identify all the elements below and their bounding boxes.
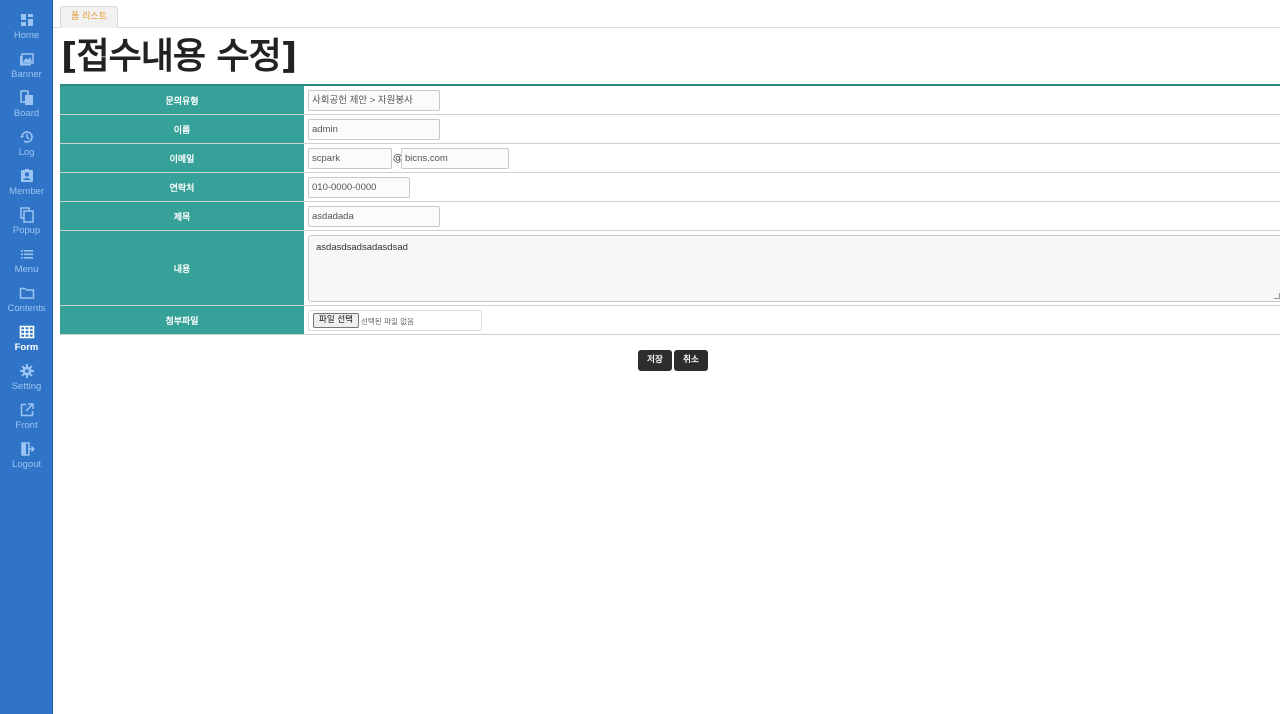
phone-label: 연락처: [60, 173, 305, 201]
sidebar-item-log[interactable]: Log: [0, 125, 53, 164]
name-field[interactable]: admin: [308, 119, 440, 140]
sidebar-item-setting[interactable]: Setting: [0, 359, 53, 398]
subject-field[interactable]: asdadada: [308, 206, 440, 227]
sidebar-item-label: Board: [13, 108, 40, 119]
external-link-icon: [20, 403, 34, 417]
save-button[interactable]: 저장: [638, 350, 672, 371]
content-text: asdasdsadsadasdsad: [316, 242, 408, 253]
gear-icon: [19, 364, 34, 378]
email-domain-field[interactable]: bicns.com: [401, 148, 509, 169]
logout-icon: [20, 442, 35, 456]
sidebar-item-contents[interactable]: Contents: [0, 281, 53, 320]
sidebar-item-label: Log: [18, 147, 35, 158]
edit-form: 문의유형 사회공헌 제안 > 자원봉사 이름 admin 이메일 scpark …: [60, 84, 1280, 335]
choose-file-button[interactable]: 파일 선택: [313, 313, 359, 328]
content-label: 내용: [60, 231, 305, 305]
sidebar-item-label: Logout: [11, 459, 42, 470]
sidebar-item-label: Front: [15, 420, 38, 431]
tab-form-list[interactable]: 폼 리스트: [60, 6, 118, 28]
tab-bar: 폼 리스트: [53, 0, 1280, 28]
content-textarea[interactable]: asdasdsadsadasdsad: [308, 235, 1280, 302]
cancel-button[interactable]: 취소: [674, 350, 708, 371]
sidebar-item-logout[interactable]: Logout: [0, 437, 53, 476]
sidebar-item-label: Contents: [7, 303, 46, 314]
sidebar-item-menu[interactable]: Menu: [0, 242, 53, 281]
sidebar-item-popup[interactable]: Popup: [0, 203, 53, 242]
sidebar: Home Banner Board Log Member Popup Menu …: [0, 0, 53, 714]
form-row-inquiry-type: 문의유형 사회공헌 제안 > 자원봉사: [60, 86, 1280, 115]
sidebar-item-board[interactable]: Board: [0, 86, 53, 125]
list-icon: [20, 250, 33, 259]
dashboard-icon: [20, 14, 33, 26]
name-label: 이름: [60, 115, 305, 143]
form-row-name: 이름 admin: [60, 115, 1280, 144]
sidebar-item-label: Home: [13, 30, 40, 41]
folder-icon: [19, 287, 34, 299]
sidebar-item-label: Banner: [11, 69, 42, 80]
sidebar-item-label: Setting: [11, 381, 42, 392]
table-icon: [19, 325, 34, 339]
sidebar-item-label: Popup: [12, 225, 41, 236]
resize-handle[interactable]: [1274, 293, 1280, 299]
sidebar-item-label: Form: [14, 342, 39, 353]
attachment-label: 첨부파일: [60, 306, 305, 334]
member-icon: [20, 169, 33, 182]
main-content: 폼 리스트 [접수내용 수정] 문의유형 사회공헌 제안 > 자원봉사 이름 a…: [53, 0, 1280, 714]
email-label: 이메일: [60, 144, 305, 172]
sidebar-item-form[interactable]: Form: [0, 320, 53, 359]
sidebar-item-member[interactable]: Member: [0, 164, 53, 203]
email-local-field[interactable]: scpark: [308, 148, 392, 169]
form-row-subject: 제목 asdadada: [60, 202, 1280, 231]
page-title: [접수내용 수정]: [61, 36, 297, 77]
image-icon: [19, 53, 34, 66]
form-row-phone: 연락처 010-0000-0000: [60, 173, 1280, 202]
form-row-email: 이메일 scpark @ bicns.com: [60, 144, 1280, 173]
form-row-content: 내용 asdasdsadsadasdsad: [60, 231, 1280, 306]
inquiry-type-field[interactable]: 사회공헌 제안 > 자원봉사: [308, 90, 440, 111]
sidebar-item-banner[interactable]: Banner: [0, 47, 53, 86]
copy-icon: [19, 207, 34, 223]
subject-label: 제목: [60, 202, 305, 230]
history-icon: [19, 131, 33, 143]
file-status: 선택된 파일 없음: [361, 317, 415, 326]
sidebar-item-front[interactable]: Front: [0, 398, 53, 437]
inquiry-type-label: 문의유형: [60, 86, 305, 114]
sidebar-item-home[interactable]: Home: [0, 8, 53, 47]
phone-field[interactable]: 010-0000-0000: [308, 177, 410, 198]
file-input[interactable]: 파일 선택 선택된 파일 없음: [308, 310, 482, 331]
sidebar-item-label: Menu: [14, 264, 39, 275]
sidebar-item-label: Member: [9, 186, 44, 197]
board-icon: [19, 90, 33, 105]
form-row-attachment: 첨부파일 파일 선택 선택된 파일 없음: [60, 306, 1280, 335]
